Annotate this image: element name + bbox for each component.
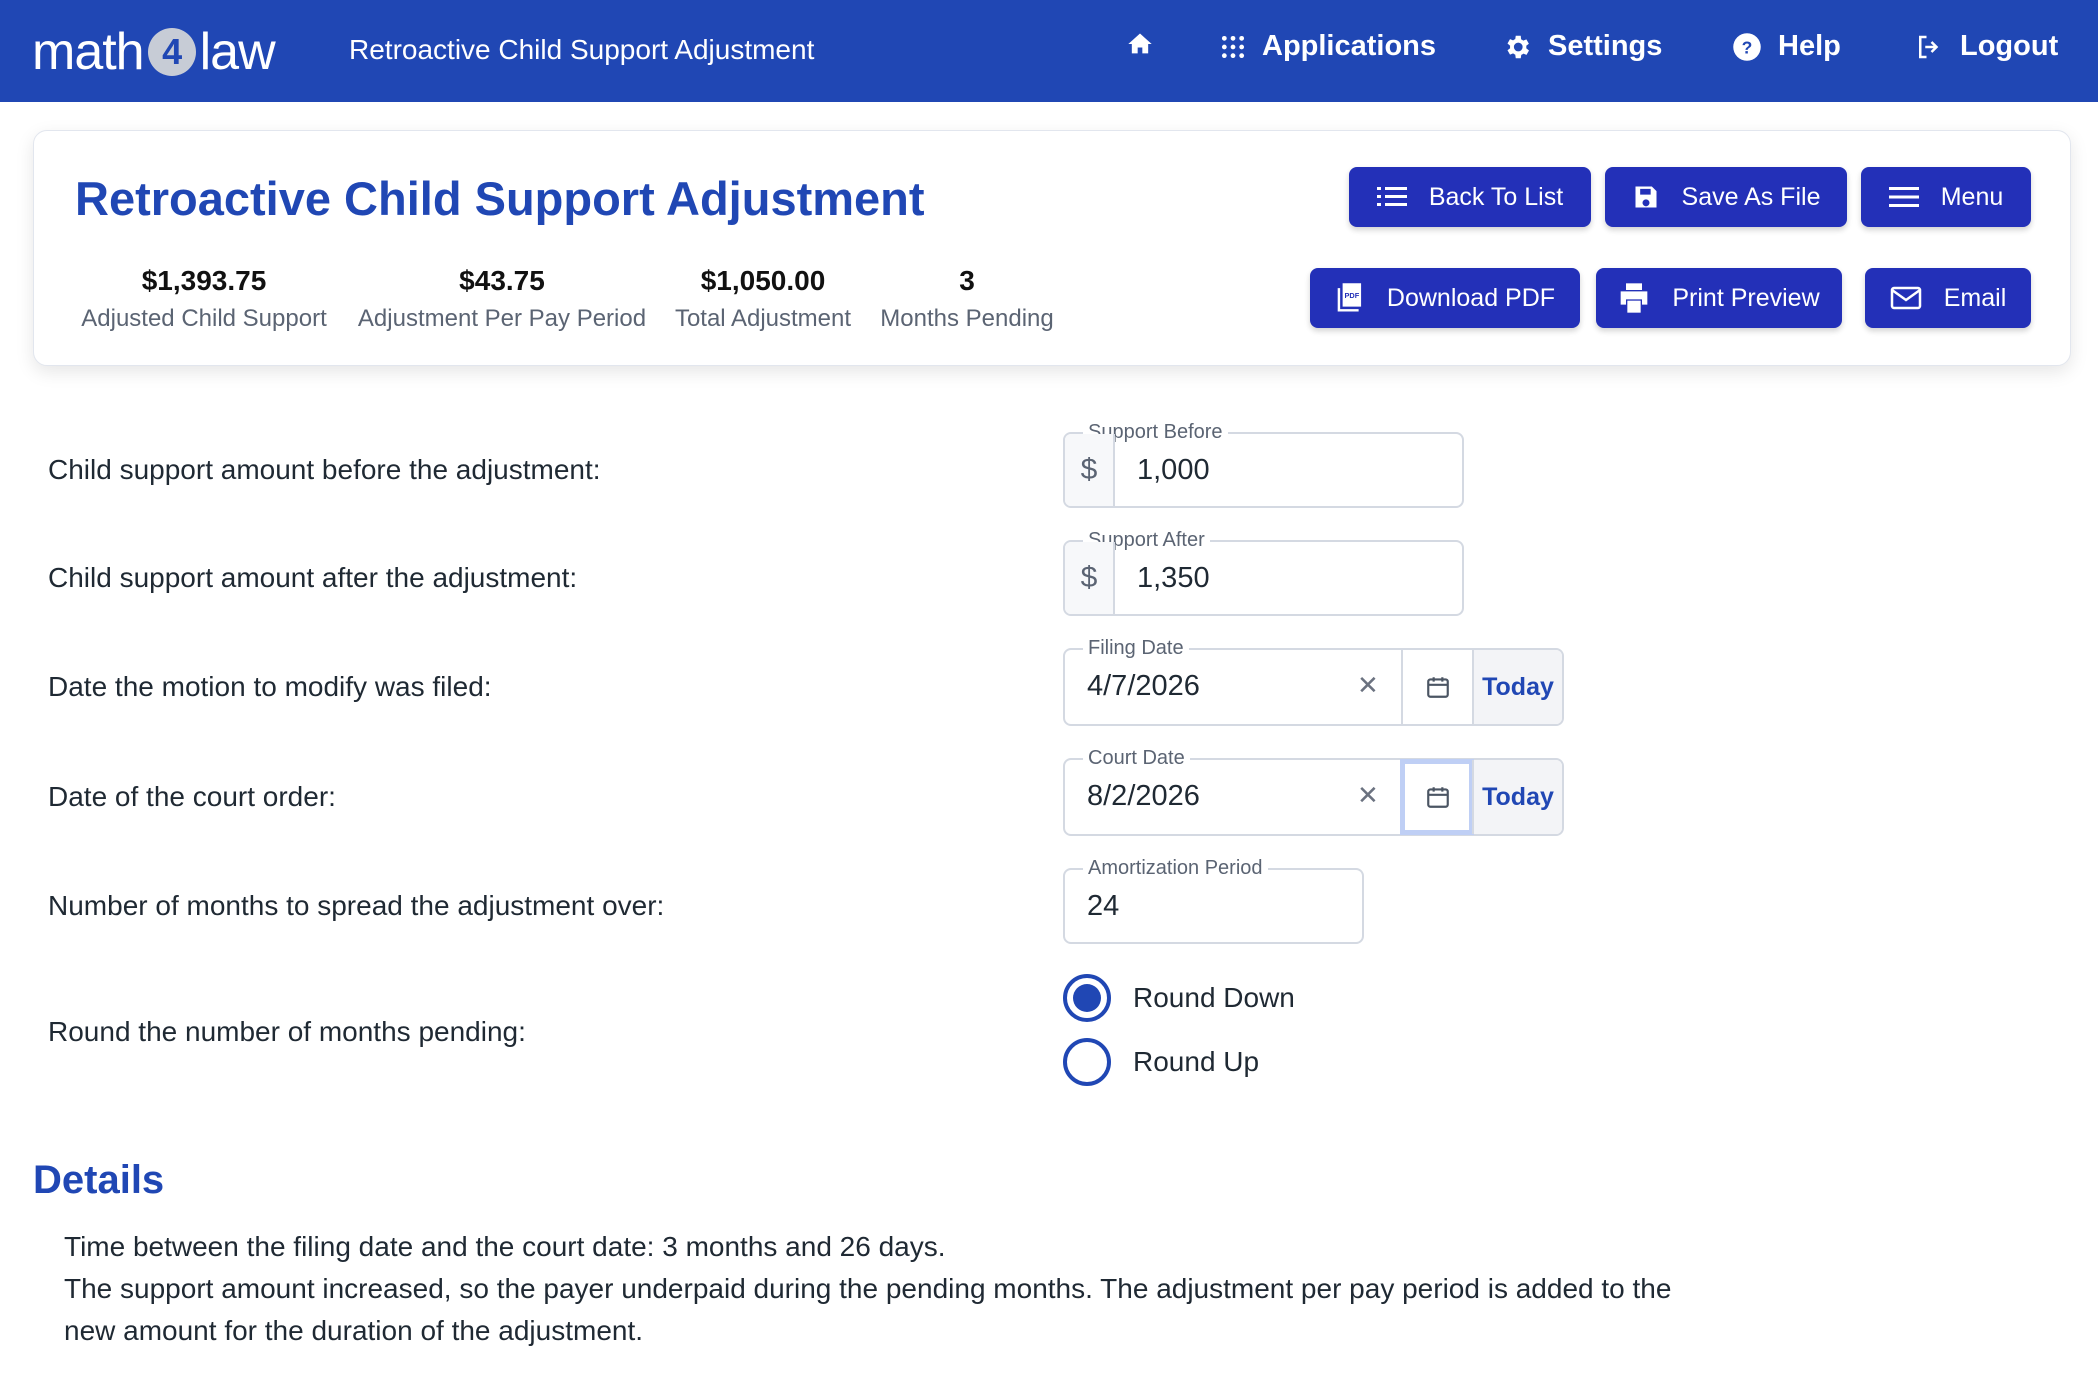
grid-dots-icon	[1221, 35, 1245, 58]
court-date-value[interactable]: 8/2/2026	[1087, 780, 1200, 813]
stat-adjusted-support: $1,393.75 Adjusted Child Support	[74, 265, 334, 333]
clear-icon[interactable]: ✕	[1357, 780, 1379, 811]
nav-logout[interactable]: Logout	[1914, 30, 2058, 63]
round-up-radio[interactable]: Round Up	[1063, 1038, 1259, 1086]
support-after-field[interactable]: Support After $ 1,350	[1063, 528, 1464, 616]
svg-text:?: ?	[1742, 37, 1753, 57]
nav-logout-label: Logout	[1960, 30, 2059, 62]
floppy-disk-icon	[1635, 186, 1657, 208]
support-before-value[interactable]: 1,000	[1137, 454, 1210, 487]
stat-value: $43.75	[459, 265, 545, 296]
back-to-list-label: Back To List	[1428, 182, 1564, 211]
court-date-calendar-button[interactable]	[1400, 759, 1474, 835]
clear-icon[interactable]: ✕	[1357, 670, 1379, 701]
print-preview-label: Print Preview	[1672, 283, 1820, 312]
back-to-list-button[interactable]: Back To List	[1349, 167, 1591, 227]
amortization-row-label: Number of months to spread the adjustmen…	[48, 890, 665, 921]
details-text: Time between the filing date and the cou…	[64, 1226, 1684, 1352]
support-before-field[interactable]: Support Before $ 1,000	[1063, 420, 1464, 508]
amortization-period-legend: Amortization Period	[1083, 856, 1268, 880]
download-pdf-button[interactable]: PDF Download PDF	[1310, 268, 1580, 328]
email-label: Email	[1943, 283, 2007, 312]
dollar-prefix: $	[1065, 434, 1115, 506]
logo-number-badge: 4	[147, 28, 196, 76]
stat-label: Total Adjustment	[674, 305, 852, 332]
calendar-icon	[1427, 787, 1449, 808]
round-down-radio[interactable]: Round Down	[1063, 974, 1295, 1022]
printer-icon	[1621, 283, 1648, 313]
hamburger-icon	[1888, 187, 1919, 207]
radio-circle[interactable]	[1063, 1038, 1111, 1086]
logo[interactable]: math 4 law	[32, 22, 276, 82]
filing-date-legend: Filing Date	[1083, 636, 1189, 660]
home-icon	[1128, 33, 1152, 54]
details-line-1: Time between the filing date and the cou…	[64, 1231, 946, 1262]
save-as-file-label: Save As File	[1681, 182, 1821, 211]
stat-months-pending: 3 Months Pending	[874, 265, 1060, 333]
stat-label: Adjusted Child Support	[81, 305, 327, 332]
question-circle-icon: ?	[1733, 32, 1761, 61]
stat-value: $1,050.00	[700, 265, 826, 296]
page-title: Retroactive Child Support Adjustment	[75, 172, 925, 225]
round-down-label: Round Down	[1133, 982, 1295, 1013]
svg-text:PDF: PDF	[1344, 291, 1359, 300]
gear-icon	[1507, 35, 1529, 58]
envelope-icon	[1890, 286, 1921, 310]
nav-settings-label: Settings	[1548, 30, 1663, 62]
amortization-period-value[interactable]: 24	[1087, 890, 1119, 923]
details-heading: Details	[33, 1158, 165, 1202]
logo-text-left: math	[32, 23, 145, 81]
pdf-file-icon: PDF	[1337, 283, 1361, 312]
filing-date-today-button[interactable]: Today	[1472, 650, 1562, 724]
filing-date-calendar-button[interactable]	[1401, 650, 1473, 724]
filing-date-row-label: Date the motion to modify was filed:	[48, 671, 492, 702]
support-after-value[interactable]: 1,350	[1137, 562, 1210, 595]
nav-applications[interactable]: Applications	[1220, 30, 1436, 63]
save-as-file-button[interactable]: Save As File	[1605, 167, 1847, 227]
stat-total-adjustment: $1,050.00 Total Adjustment	[668, 265, 858, 333]
radio-dot	[1073, 984, 1101, 1012]
court-date-field[interactable]: Court Date 8/2/2026 ✕ Today	[1063, 746, 1564, 836]
amortization-period-field[interactable]: Amortization Period 24	[1063, 856, 1364, 944]
support-before-row-label: Child support amount before the adjustme…	[48, 454, 601, 485]
court-date-row-label: Date of the court order:	[48, 781, 336, 812]
stat-adjustment-per-period: $43.75 Adjustment Per Pay Period	[352, 265, 652, 333]
summary-card: Retroactive Child Support Adjustment $1,…	[33, 130, 2071, 366]
logo-text-right: law	[199, 23, 276, 81]
filing-date-field[interactable]: Filing Date 4/7/2026 ✕ Today	[1063, 636, 1564, 726]
stat-value: $1,393.75	[141, 265, 267, 296]
dollar-prefix: $	[1065, 542, 1115, 614]
print-preview-button[interactable]: Print Preview	[1596, 268, 1842, 328]
email-button[interactable]: Email	[1865, 268, 2031, 328]
nav-applications-label: Applications	[1262, 30, 1437, 62]
top-navbar: math 4 law Retroactive Child Support Adj…	[0, 0, 2098, 102]
nav-help[interactable]: ? Help	[1732, 30, 1841, 63]
download-pdf-label: Download PDF	[1386, 283, 1556, 312]
nav-settings[interactable]: Settings	[1502, 30, 1662, 63]
stat-value: 3	[959, 265, 975, 296]
round-up-label: Round Up	[1133, 1046, 1260, 1077]
stat-label: Adjustment Per Pay Period	[357, 305, 647, 332]
court-date-legend: Court Date	[1083, 746, 1190, 770]
court-date-today-button[interactable]: Today	[1472, 760, 1562, 834]
logout-icon	[1919, 35, 1939, 58]
nav-help-label: Help	[1778, 30, 1841, 62]
rounding-row-label: Round the number of months pending:	[48, 1016, 526, 1047]
app-title: Retroactive Child Support Adjustment	[349, 34, 815, 65]
filing-date-value[interactable]: 4/7/2026	[1087, 670, 1200, 703]
details-line-2: The support amount increased, so the pay…	[64, 1273, 1672, 1346]
support-after-row-label: Child support amount after the adjustmen…	[48, 562, 578, 593]
calendar-icon	[1427, 677, 1449, 698]
stat-label: Months Pending	[880, 305, 1054, 332]
radio-circle-selected[interactable]	[1063, 974, 1111, 1022]
menu-button[interactable]: Menu	[1861, 167, 2031, 227]
menu-label: Menu	[1940, 182, 2004, 211]
nav-home[interactable]	[1126, 30, 1154, 58]
list-icon	[1376, 187, 1407, 206]
